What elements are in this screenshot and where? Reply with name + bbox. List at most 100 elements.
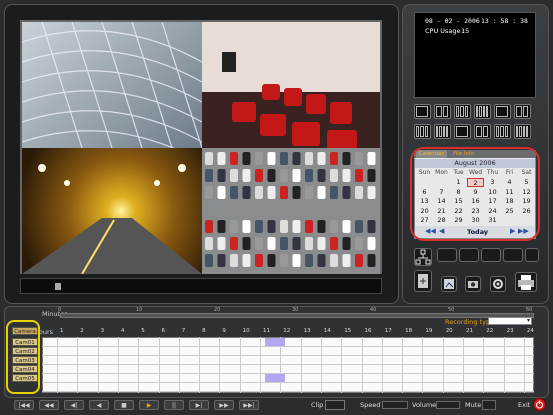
print-icon[interactable] — [515, 272, 537, 292]
calendar-highlight-circle — [410, 147, 540, 241]
snapshot-icon[interactable] — [441, 276, 457, 292]
minute-tick: 40 — [370, 307, 377, 313]
playback-control-icon[interactable]: ■ — [114, 400, 134, 410]
playback-control-icon[interactable]: |◀◀ — [14, 400, 34, 410]
hour-tick: 5 — [141, 328, 145, 334]
playback-control-icon[interactable]: ▶▶ — [214, 400, 234, 410]
status-time: 13 : 58 : 38 — [481, 17, 528, 25]
camera-view-3[interactable] — [22, 148, 202, 274]
control-button-4[interactable] — [503, 248, 523, 262]
hour-tick: 7 — [181, 328, 186, 334]
camera-view-2[interactable] — [202, 22, 380, 148]
layout-button-8[interactable] — [434, 124, 451, 139]
clip-button[interactable] — [325, 400, 345, 410]
control-button-5[interactable] — [525, 248, 539, 262]
hour-tick: 1 — [60, 328, 64, 334]
grid-hline — [42, 355, 534, 356]
recording-type-select[interactable]: ▾ — [488, 317, 532, 325]
playback-control-icon[interactable]: ▶| — [189, 400, 209, 410]
playback-control-icon[interactable]: ◀◀ — [39, 400, 59, 410]
mute-button[interactable] — [482, 400, 496, 410]
layout-button-7[interactable] — [414, 124, 431, 139]
playback-control-icon[interactable]: ◀ — [89, 400, 109, 410]
recording-segment[interactable] — [265, 374, 285, 382]
hour-tick: 2 — [80, 328, 84, 334]
hour-tick: 16 — [364, 328, 372, 334]
control-button-1[interactable] — [437, 248, 457, 262]
layout-button-10[interactable] — [474, 124, 491, 139]
layout-button-1[interactable] — [414, 104, 431, 119]
speed-slider[interactable] — [382, 401, 408, 409]
minute-tick: 50 — [448, 307, 455, 313]
stadium-roof-image — [22, 22, 202, 148]
hour-tick: 23 — [506, 328, 514, 334]
minute-tick: 60 — [526, 307, 533, 313]
playback-control-icon[interactable]: ◀| — [64, 400, 84, 410]
clip-label: Clip — [311, 401, 324, 409]
layout-button-9[interactable] — [454, 124, 471, 139]
hour-tick: 8 — [202, 328, 206, 334]
hour-tick: 24 — [526, 328, 534, 334]
hour-tick: 10 — [242, 328, 250, 334]
hour-tick: 18 — [405, 328, 413, 334]
playback-control-icon[interactable]: ▶▶| — [239, 400, 259, 410]
layout-button-12[interactable] — [514, 124, 531, 139]
volume-label: Volume — [412, 401, 437, 409]
minute-tick: 0 — [58, 307, 62, 313]
camera-view-1[interactable] — [22, 22, 202, 148]
layout-button-3[interactable] — [454, 104, 471, 119]
hour-tick: 6 — [161, 328, 166, 334]
playback-control-icon[interactable]: || — [164, 400, 184, 410]
grid-hline — [42, 391, 534, 392]
grid-hline — [42, 382, 534, 383]
video-screen[interactable] — [20, 20, 382, 274]
layout-button-11[interactable] — [494, 124, 511, 139]
hour-tick: 4 — [120, 328, 125, 334]
settings-icon[interactable] — [490, 276, 506, 292]
speed-label: Speed — [360, 401, 381, 409]
theater-image — [202, 22, 380, 148]
cpu-usage-value: 15 — [461, 27, 470, 35]
network-icon[interactable] — [414, 248, 432, 266]
minute-tick: 30 — [292, 307, 299, 313]
hour-tick: 17 — [384, 328, 392, 334]
hour-tick: 22 — [486, 328, 494, 334]
hour-tick: 21 — [466, 328, 473, 334]
hour-tick: 19 — [425, 328, 433, 334]
status-display: 08 - 02 - 2006 13 : 58 : 38 CPU Usage : … — [414, 12, 536, 98]
playback-scrubber[interactable] — [20, 278, 382, 294]
hour-tick: 15 — [344, 328, 352, 334]
camera-highlight-circle — [6, 320, 40, 394]
camera-view-4[interactable] — [202, 148, 380, 274]
recording-type-label: Recording type — [445, 318, 495, 326]
layout-button-2[interactable] — [434, 104, 451, 119]
export-icon[interactable] — [414, 270, 432, 292]
control-button-3[interactable] — [481, 248, 501, 262]
minute-tick: 10 — [136, 307, 143, 313]
playback-control-icon[interactable]: ▶ — [139, 400, 159, 410]
hour-tick: 14 — [323, 328, 331, 334]
control-button-2[interactable] — [459, 248, 479, 262]
camera-icon[interactable] — [465, 276, 481, 292]
layout-button-6[interactable] — [514, 104, 531, 119]
hour-tick: 3 — [100, 328, 105, 334]
tunnel-image — [22, 164, 202, 274]
scrubber-handle[interactable] — [55, 283, 61, 290]
volume-slider[interactable] — [436, 401, 460, 409]
recording-segment[interactable] — [265, 338, 285, 346]
hour-tick: 11 — [263, 328, 270, 334]
hour-tick: 9 — [222, 328, 226, 334]
status-date: 08 - 02 - 2006 — [425, 17, 480, 25]
grid-hline — [42, 346, 534, 347]
exit-power-icon[interactable] — [533, 398, 546, 411]
exit-label: Exit — [518, 401, 531, 409]
grid-hline — [42, 373, 534, 374]
layout-button-5[interactable] — [494, 104, 511, 119]
layout-button-4[interactable] — [474, 104, 491, 119]
parking-lot-image — [205, 152, 376, 267]
grid-hline — [42, 364, 534, 365]
cpu-usage-label: CPU Usage : — [425, 27, 465, 35]
hour-tick: 12 — [283, 328, 291, 334]
hour-tick: 20 — [445, 328, 453, 334]
minute-tick: 20 — [214, 307, 221, 313]
